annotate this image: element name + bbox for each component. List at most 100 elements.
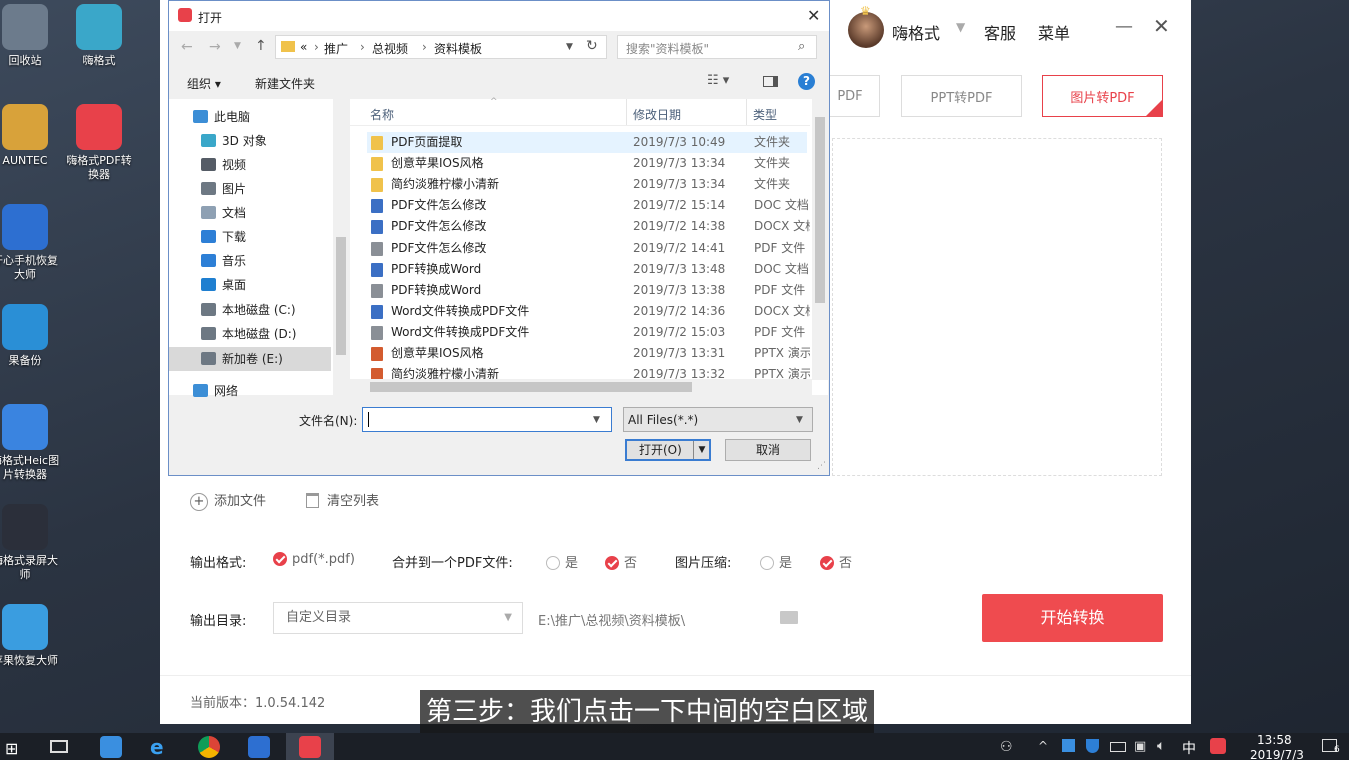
filename-input[interactable]: ▼ xyxy=(362,407,612,432)
windows-start-icon[interactable]: ⊞ xyxy=(5,739,18,758)
chevron-down-icon[interactable]: ▼ xyxy=(956,20,965,34)
nav-item[interactable]: 此电脑 xyxy=(169,105,331,129)
breadcrumb-overflow[interactable]: « xyxy=(300,40,307,54)
file-drop-area[interactable] xyxy=(832,138,1162,476)
breadcrumb-item-2[interactable]: 总视频 xyxy=(372,40,408,57)
help-icon[interactable]: ? xyxy=(798,73,815,90)
forward-arrow-icon[interactable]: → xyxy=(209,39,221,55)
desktop-icon[interactable]: 果备份 xyxy=(0,304,62,368)
merge-yes-radio[interactable]: 是 xyxy=(546,552,578,571)
tab-ppt-to-pdf[interactable]: PPT转PDF xyxy=(901,75,1022,117)
desktop-icon[interactable]: 苹果恢复大师 xyxy=(0,604,62,668)
file-row[interactable]: 简约淡雅柠檬小清新 2019/7/3 13:34 文件夹 xyxy=(367,174,807,195)
organize-button[interactable]: 组织 ▾ xyxy=(187,75,221,92)
nav-item[interactable]: 音乐 xyxy=(169,249,331,273)
task-view-icon[interactable] xyxy=(50,740,68,753)
file-row[interactable]: PDF文件怎么修改 2019/7/2 14:41 PDF 文件 xyxy=(367,238,807,259)
search-icon[interactable]: ⌕ xyxy=(798,39,805,54)
username[interactable]: 嗨格式 xyxy=(892,20,940,44)
new-folder-button[interactable]: 新建文件夹 xyxy=(255,75,315,92)
file-row[interactable]: PDF转换成Word 2019/7/3 13:38 PDF 文件 xyxy=(367,280,807,301)
taskbar-wps-icon[interactable] xyxy=(248,736,270,758)
recent-chevron-icon[interactable]: ▼ xyxy=(234,41,241,51)
nav-item[interactable]: 3D 对象 xyxy=(169,129,331,153)
tray-expand-icon[interactable]: ^ xyxy=(1038,739,1048,753)
desktop-icon[interactable]: AUNTEC xyxy=(0,104,62,168)
resize-grip-icon[interactable]: ⋰ xyxy=(817,461,826,471)
battery-icon[interactable] xyxy=(1110,742,1126,752)
nav-item[interactable]: 本地磁盘 (D:) xyxy=(169,322,331,346)
breadcrumb-item-3[interactable]: 资料模板 xyxy=(434,40,482,57)
file-row[interactable]: 简约淡雅柠檬小清新 2019/7/3 13:32 PPTX 演示 xyxy=(367,364,810,380)
preview-pane-icon[interactable] xyxy=(763,76,778,87)
nav-item[interactable]: 本地磁盘 (C:) xyxy=(169,298,331,322)
breadcrumb-item-1[interactable]: 推广 xyxy=(324,40,348,57)
nav-item[interactable]: 文档 xyxy=(169,201,331,225)
taskbar-chrome-icon[interactable] xyxy=(198,736,220,758)
refresh-icon[interactable]: ↻ xyxy=(586,38,598,54)
file-row[interactable]: Word文件转换成PDF文件 2019/7/2 15:03 PDF 文件 xyxy=(367,322,807,343)
open-button[interactable]: 打开(O) ▼ xyxy=(625,439,711,461)
nav-item[interactable]: 桌面 xyxy=(169,273,331,297)
nav-scroll-thumb[interactable] xyxy=(336,237,346,355)
file-row[interactable]: Word文件转换成PDF文件 2019/7/2 14:36 DOCX 文档 xyxy=(367,301,810,322)
merge-no-radio[interactable]: 否 xyxy=(605,552,637,571)
file-row[interactable]: PDF文件怎么修改 2019/7/2 15:14 DOC 文档 xyxy=(367,195,809,216)
chevron-down-icon[interactable]: ▼ xyxy=(593,415,600,425)
volume-icon[interactable]: 🔈︎ xyxy=(1157,738,1165,754)
taskbar-edge-icon[interactable]: e xyxy=(150,736,172,758)
nav-scrollbar[interactable] xyxy=(333,99,349,395)
people-icon[interactable]: ⚇ xyxy=(1000,739,1013,755)
breadcrumb[interactable]: « › 推广 › 总视频 › 资料模板 ▼ ↻ xyxy=(275,35,607,59)
chevron-down-icon[interactable]: ▼ xyxy=(566,42,573,52)
desktop-icon[interactable]: 嗨格式 xyxy=(62,4,136,68)
minimize-icon[interactable]: — xyxy=(1115,16,1133,37)
start-convert-button[interactable]: 开始转换 xyxy=(982,594,1163,642)
close-icon[interactable]: ✕ xyxy=(1153,14,1170,38)
tab-image-to-pdf[interactable]: 图片转PDF xyxy=(1042,75,1163,117)
cancel-button[interactable]: 取消 xyxy=(725,439,811,461)
file-row[interactable]: PDF页面提取 2019/7/3 10:49 文件夹 xyxy=(367,132,807,153)
file-hscrollbar[interactable] xyxy=(350,379,812,395)
output-dir-select[interactable]: 自定义目录 ▼ xyxy=(273,602,523,634)
add-file-button[interactable]: + 添加文件 xyxy=(190,490,266,511)
file-row[interactable]: PDF文件怎么修改 2019/7/2 14:38 DOCX 文档 xyxy=(367,216,810,237)
folder-icon[interactable] xyxy=(780,611,798,624)
network-icon[interactable]: ▣ xyxy=(1134,739,1146,754)
nav-item[interactable]: 视频 xyxy=(169,153,331,177)
desktop-icon[interactable]: 开心手机恢复大师 xyxy=(0,204,62,282)
dialog-close-icon[interactable]: ✕ xyxy=(807,6,820,25)
file-type-filter[interactable]: All Files(*.*) ▼ xyxy=(623,407,813,432)
nav-item[interactable]: 网络 xyxy=(169,379,331,403)
nav-item[interactable]: 下载 xyxy=(169,225,331,249)
clear-list-button[interactable]: 清空列表 xyxy=(306,490,379,509)
view-options-icon[interactable]: ☷ ▾ xyxy=(707,73,729,88)
menu-link[interactable]: 菜单 xyxy=(1038,20,1070,44)
taskbar-active-pdf-converter[interactable] xyxy=(286,733,334,760)
ime-indicator[interactable]: 中 xyxy=(1182,738,1196,758)
up-arrow-icon[interactable]: ↑ xyxy=(255,38,267,54)
compress-yes-radio[interactable]: 是 xyxy=(760,552,792,571)
tray-cube-icon[interactable] xyxy=(1062,739,1075,752)
desktop-icon[interactable]: 嗨格式录屏大师 xyxy=(0,504,62,582)
file-vscrollbar[interactable] xyxy=(812,99,828,380)
open-dropdown-icon[interactable]: ▼ xyxy=(693,441,710,459)
tray-shield-icon[interactable] xyxy=(1086,739,1099,753)
file-row[interactable]: PDF转换成Word 2019/7/3 13:48 DOC 文档 xyxy=(367,259,809,280)
output-format-pdf-radio[interactable]: pdf(*.pdf) xyxy=(273,552,355,567)
file-hscroll-thumb[interactable] xyxy=(370,382,692,392)
sogou-ime-icon[interactable] xyxy=(1210,738,1226,754)
compress-no-radio[interactable]: 否 xyxy=(820,552,852,571)
back-arrow-icon[interactable]: ← xyxy=(181,39,193,55)
clock-date[interactable]: 2019/7/3 xyxy=(1250,748,1304,760)
file-vscroll-thumb[interactable] xyxy=(815,117,825,303)
desktop-icon[interactable]: 回收站 xyxy=(0,4,62,68)
nav-item[interactable]: 图片 xyxy=(169,177,331,201)
search-input[interactable]: 搜索"资料模板" xyxy=(626,40,709,57)
file-row[interactable]: 创意苹果IOS风格 2019/7/3 13:34 文件夹 xyxy=(367,153,807,174)
clock-time[interactable]: 13:58 xyxy=(1257,733,1292,747)
desktop-icon[interactable]: 嗨格式PDF转换器 xyxy=(62,104,136,182)
taskbar-app-feather-icon[interactable] xyxy=(100,736,122,758)
file-row[interactable]: 创意苹果IOS风格 2019/7/3 13:31 PPTX 演示 xyxy=(367,343,810,364)
search-box[interactable]: 搜索"资料模板" ⌕ xyxy=(617,35,817,59)
